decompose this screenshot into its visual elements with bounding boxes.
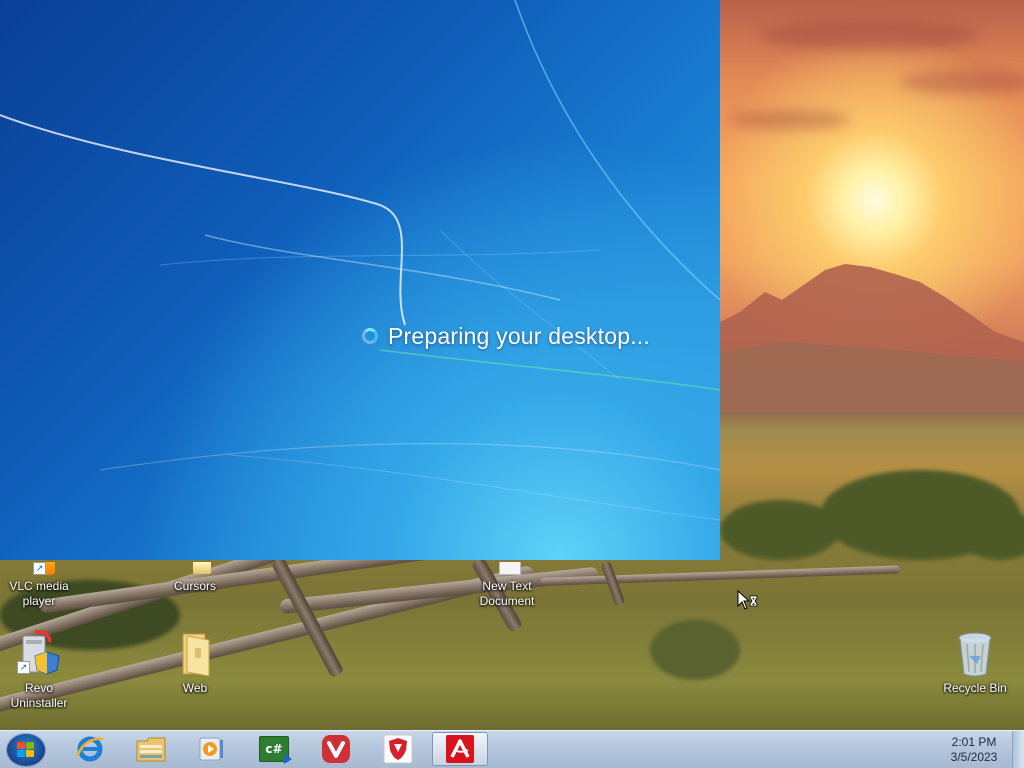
shortcut-arrow-icon: ↗ xyxy=(33,562,46,575)
windows-start-icon xyxy=(17,742,35,758)
desktop-icon-label: VLC media player xyxy=(9,579,69,608)
taskbar-csharp-editor[interactable]: c# xyxy=(246,732,302,766)
folder-icon xyxy=(175,562,215,576)
busy-cursor-icon xyxy=(737,590,758,610)
welcome-message: Preparing your desktop... xyxy=(388,322,650,349)
vlc-icon: ↗ xyxy=(19,562,59,576)
taskbar-shield-antivirus[interactable] xyxy=(370,732,426,766)
taskbar-avira[interactable] xyxy=(432,732,488,766)
revo-uninstaller-icon: ↗ xyxy=(17,629,61,678)
desktop-icon-cursors[interactable]: Cursors xyxy=(157,562,233,594)
welcome-light-streaks xyxy=(0,0,720,521)
desktop-icon-label: New Text Document xyxy=(479,579,535,608)
media-player-icon xyxy=(199,737,223,761)
folder-icon xyxy=(175,630,215,678)
recycle-bin-icon xyxy=(955,630,995,678)
taskbar-file-explorer[interactable] xyxy=(123,732,179,766)
csharp-editor-icon: c# xyxy=(259,736,292,764)
wallpaper-cloud xyxy=(730,110,850,130)
avira-icon xyxy=(446,735,474,763)
desktop-icon-label: Web xyxy=(182,681,208,695)
wallpaper-mountain xyxy=(720,264,1024,412)
csharp-icon-text: c# xyxy=(265,742,283,756)
shield-icon xyxy=(383,734,413,764)
desktop-icon-recycle-bin[interactable]: Recycle Bin xyxy=(937,630,1013,696)
desktop-icon-revo-uninstaller[interactable]: ↗ Revo Uninstaller xyxy=(1,629,77,711)
taskbar-internet-explorer[interactable] xyxy=(62,732,118,766)
clock-time: 2:01 PM xyxy=(951,735,997,749)
loading-spinner-icon xyxy=(362,328,378,344)
shortcut-arrow-icon: ↗ xyxy=(17,661,30,674)
internet-explorer-icon xyxy=(76,736,104,762)
desktop-icon-web[interactable]: Web xyxy=(157,630,233,696)
vivaldi-icon xyxy=(322,735,350,763)
taskbar-vivaldi[interactable] xyxy=(308,732,364,766)
desktop-icon-vlc[interactable]: ↗ VLC media player xyxy=(1,562,77,609)
wallpaper-bush xyxy=(650,620,740,680)
file-explorer-icon xyxy=(136,737,166,762)
start-button[interactable] xyxy=(6,733,46,767)
welcome-screen: Preparing your desktop... xyxy=(0,0,720,560)
wallpaper-cloud xyxy=(900,70,1024,94)
desktop-icon-label: Revo Uninstaller xyxy=(10,681,68,710)
taskbar: c# 2:01 PM 3/5/2023 xyxy=(0,730,1024,768)
text-document-icon xyxy=(487,562,527,576)
taskbar-clock[interactable]: 2:01 PM 3/5/2023 xyxy=(934,735,1014,765)
show-desktop-button[interactable] xyxy=(1012,731,1024,768)
desktop-icon-new-text-document[interactable]: New Text Document xyxy=(469,562,545,609)
clock-date: 3/5/2023 xyxy=(950,750,998,764)
desktop-icon-label: Recycle Bin xyxy=(943,681,1007,695)
welcome-status: Preparing your desktop... xyxy=(362,322,650,350)
desktop-icon-label: Cursors xyxy=(173,579,216,593)
taskbar-media-player[interactable] xyxy=(183,732,239,766)
wallpaper-cloud xyxy=(760,20,980,50)
